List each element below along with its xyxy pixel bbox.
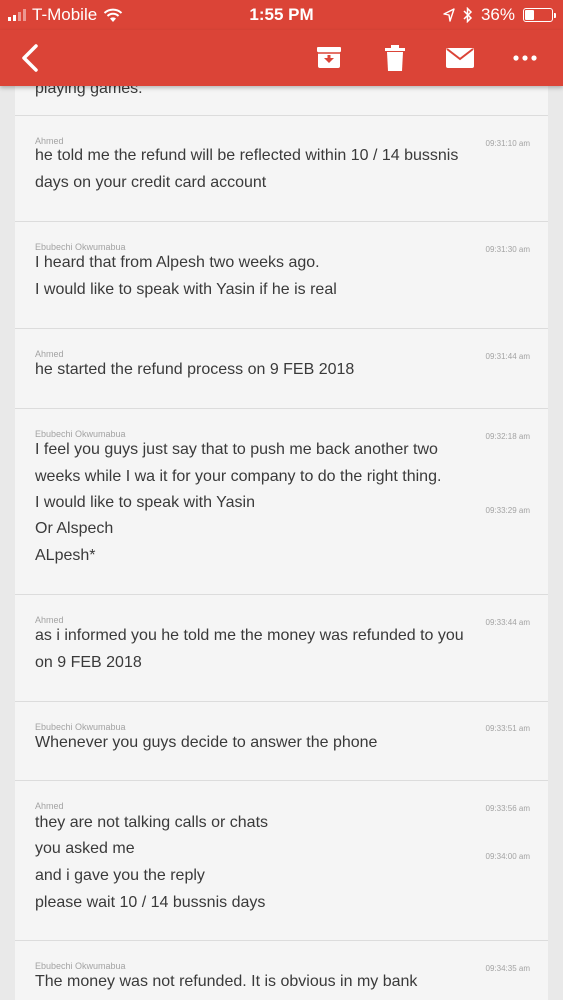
more-options-button[interactable] [505, 38, 545, 78]
message-timestamp: 09:32:18 am [485, 432, 530, 441]
message-card[interactable]: Ebubechi Okwumabua 09:34:35 am The money w… [15, 941, 548, 1000]
bluetooth-icon [463, 7, 473, 23]
message-timestamp: 09:33:29 am [485, 506, 530, 515]
message-line: I would like to speak with Yasin if he i… [35, 281, 337, 298]
message-timestamp: 09:31:10 am [485, 139, 530, 148]
message-timestamp: 09:33:44 am [485, 618, 530, 627]
message-sender: Ebubechi Okwumabua [35, 961, 126, 971]
message-line: days on your credit card account [35, 174, 267, 191]
message-line: I would like to speak with Yasin [35, 494, 255, 511]
message-line: Or Alspech [35, 520, 114, 537]
message-line: he started the refund process on 9 FEB 2… [35, 361, 355, 378]
previous-message-card: playing games. [15, 86, 548, 116]
message-sender: Ahmed [35, 136, 64, 146]
message-card[interactable]: Ebubechi Okwumabua 09:32:18 am 09:33:29 am… [15, 409, 548, 595]
top-toolbar [0, 30, 563, 86]
location-icon [443, 8, 455, 22]
message-card[interactable]: Ahmed 09:31:44 am he started the refund pr… [15, 329, 548, 409]
more-icon [513, 55, 537, 61]
message-line: he told me the refund will be reflected … [35, 147, 459, 164]
message-timestamp: 09:33:51 am [485, 724, 530, 733]
battery-percent: 36% [480, 5, 515, 24]
mark-unread-button[interactable] [440, 38, 480, 78]
trash-icon [385, 45, 405, 71]
message-sender: Ahmed [35, 349, 64, 359]
archive-button[interactable] [309, 38, 349, 78]
message-sender: Ebubechi Okwumabua [35, 242, 126, 252]
message-card[interactable]: Ahmed 09:33:44 am as i informed you he tol… [15, 595, 548, 702]
status-right: 36% [443, 5, 556, 25]
message-line: ALpesh* [35, 547, 96, 564]
battery-icon [523, 8, 556, 22]
message-line: playing games. [35, 86, 143, 97]
back-arrow-icon [22, 44, 38, 72]
message-line: you asked me [35, 840, 135, 857]
message-card[interactable]: Ebubechi Okwumabua 09:31:30 am I heard tha… [15, 222, 548, 329]
message-card[interactable]: Ebubechi Okwumabua 09:33:51 am Whenever yo… [15, 702, 548, 781]
message-line: The money was not refunded. It is obviou… [35, 973, 418, 990]
message-timestamp: 09:33:56 am [485, 804, 530, 813]
message-card[interactable]: Ahmed 09:31:10 am he told me the refund wi… [15, 116, 548, 222]
mail-icon [446, 48, 474, 68]
message-sender: Ahmed [35, 801, 64, 811]
message-timestamp: 09:34:35 am [485, 964, 530, 973]
message-sender: Ebubechi Okwumabua [35, 722, 126, 732]
message-line: I feel you guys just say that to push me… [35, 441, 438, 458]
message-line: Whenever you guys decide to answer the p… [35, 734, 378, 751]
message-line: on 9 FEB 2018 [35, 654, 142, 671]
message-line: and i gave you the reply [35, 867, 205, 884]
message-card[interactable]: Ahmed 09:33:56 am 09:34:00 am they are not … [15, 781, 548, 941]
message-timestamp: 09:34:00 am [485, 852, 530, 861]
message-line: they are not talking calls or chats [35, 814, 269, 831]
message-line: please wait 10 / 14 bussnis days [35, 894, 266, 911]
delete-button[interactable] [375, 38, 415, 78]
message-sender: Ebubechi Okwumabua [35, 429, 126, 439]
message-sender: Ahmed [35, 615, 64, 625]
message-timestamp: 09:31:30 am [485, 245, 530, 254]
message-timestamp: 09:31:44 am [485, 352, 530, 361]
status-bar: T-Mobile 1:55 PM 36% [0, 0, 563, 30]
message-line: weeks while I wa it for your company to … [35, 468, 442, 485]
archive-icon [317, 47, 341, 68]
message-line: as i informed you he told me the money w… [35, 627, 464, 644]
message-line: I heard that from Alpesh two weeks ago. [35, 254, 320, 271]
message-thread[interactable]: playing games. Ahmed 09:31:10 am he told m… [15, 86, 548, 1000]
back-button[interactable] [10, 38, 50, 78]
